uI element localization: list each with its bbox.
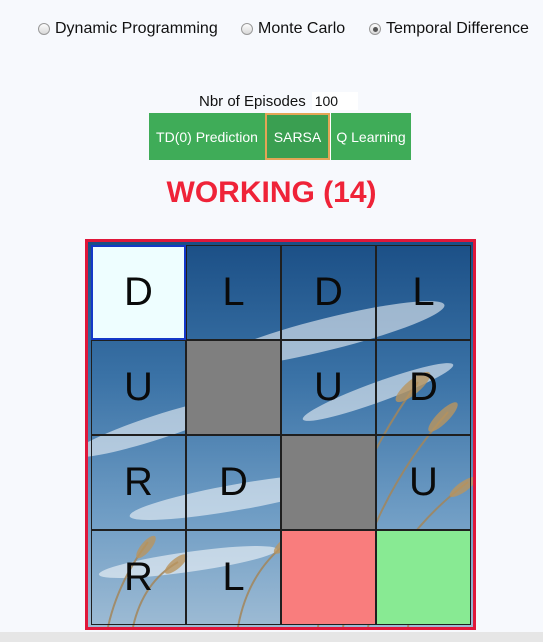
gridworld-board: DLDLUUDRDURL [85,239,476,630]
grid-cell-start[interactable]: D [91,245,186,340]
grid-cell-normal[interactable]: L [186,245,281,340]
radio-temporal-difference[interactable]: Temporal Difference [369,20,529,38]
grid-cell-normal[interactable]: R [91,435,186,530]
grid-cell-normal[interactable]: D [186,435,281,530]
grid-cell-normal[interactable]: D [376,340,471,435]
grid-cell-normal[interactable]: L [186,530,281,625]
grid-cell-normal[interactable]: L [376,245,471,340]
radio-button-icon[interactable] [241,23,253,35]
radio-button-icon[interactable] [38,23,50,35]
grid-cell-trap[interactable] [281,530,376,625]
radio-dynamic-programming[interactable]: Dynamic Programming [38,20,218,38]
grid-cells: DLDLUUDRDURL [91,245,471,625]
algorithm-selector: Dynamic Programming Monte Carlo Temporal… [0,20,543,42]
q-learning-button[interactable]: Q Learning [330,113,411,160]
grid-cell-goal[interactable] [376,530,471,625]
status-text: WORKING (14) [166,176,377,209]
radio-label: Dynamic Programming [55,20,218,37]
grid-cell-normal[interactable]: R [91,530,186,625]
episodes-control: Nbr of Episodes [199,91,358,111]
radio-monte-carlo[interactable]: Monte Carlo [241,20,345,38]
sarsa-button[interactable]: SARSA [265,113,330,160]
radio-label: Temporal Difference [386,20,529,37]
window-bottom-edge [0,632,543,642]
grid-cell-normal[interactable]: D [281,245,376,340]
method-button-group: TD(0) Prediction SARSA Q Learning [149,113,411,161]
episodes-label: Nbr of Episodes [199,92,306,110]
td0-prediction-button[interactable]: TD(0) Prediction [149,113,265,160]
radio-label: Monte Carlo [258,20,346,37]
radio-button-selected-icon[interactable] [369,23,381,35]
grid-cell-normal[interactable]: U [91,340,186,435]
grid-cell-wall[interactable] [186,340,281,435]
episodes-input[interactable] [311,92,358,110]
grid-cell-normal[interactable]: U [376,435,471,530]
grid-cell-normal[interactable]: U [281,340,376,435]
grid-cell-wall[interactable] [281,435,376,530]
